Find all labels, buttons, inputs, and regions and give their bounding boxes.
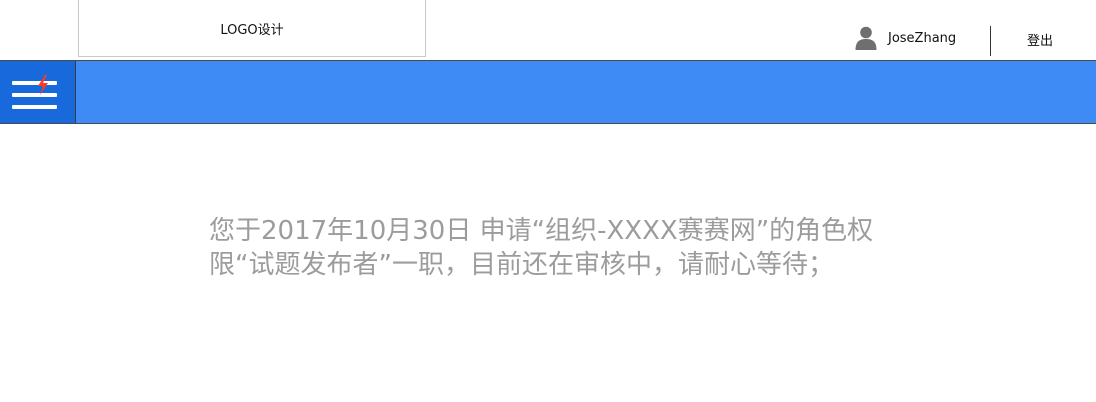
logo-placeholder[interactable]: LOGO设计 <box>78 0 426 57</box>
header-divider <box>990 26 991 56</box>
logo-text: LOGO设计 <box>220 22 284 38</box>
user-icon <box>855 26 877 50</box>
message-line-1: 您于2017年10月30日 申请“组织-XXXX赛赛网”的角色权 <box>209 216 874 246</box>
lightning-icon <box>38 75 48 95</box>
message-line-2: 限“试题发布者”一职，目前还在审核中，请耐心等待； <box>209 250 834 280</box>
nav-bar <box>0 60 1096 124</box>
user-profile[interactable]: JoseZhang <box>855 26 956 50</box>
hamburger-menu-icon-line-middle <box>12 93 57 97</box>
hamburger-menu-icon-line-top <box>12 81 57 85</box>
user-name: JoseZhang <box>888 30 957 46</box>
pending-review-message: 您于2017年10月30日 申请“组织-XXXX赛赛网”的角色权 限“试题发布者… <box>209 214 929 282</box>
hamburger-menu-icon-line-bottom <box>12 105 57 109</box>
logout-button[interactable]: 登出 <box>1027 30 1053 49</box>
menu-toggle-button[interactable] <box>0 61 76 123</box>
